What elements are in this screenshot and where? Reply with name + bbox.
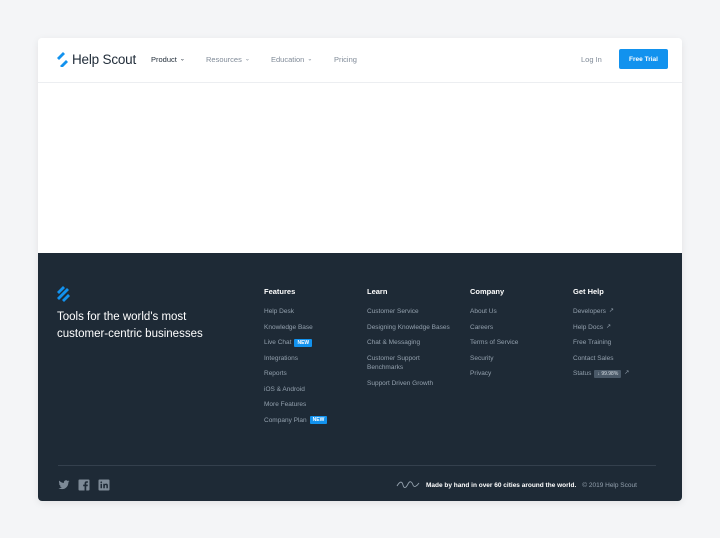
top-navigation: Help Scout Product ⌄ Resources ⌄ Educati… bbox=[38, 38, 682, 83]
external-link-icon: ↗ bbox=[624, 370, 630, 376]
external-link-icon: ↗ bbox=[605, 323, 612, 330]
column-title: Features bbox=[264, 287, 296, 296]
footer-link-support-driven-growth[interactable]: Support Driven Growth bbox=[367, 379, 457, 389]
link-label: Reports bbox=[264, 370, 287, 377]
brand-name: Help Scout bbox=[72, 51, 137, 67]
external-link-icon: ↗ bbox=[608, 308, 614, 314]
new-badge: NEW bbox=[294, 338, 313, 347]
nav-pricing[interactable]: Pricing bbox=[334, 55, 357, 64]
link-label: iOS & Android bbox=[264, 385, 305, 393]
column-title: Learn bbox=[367, 287, 388, 296]
chevron-down-icon: ⌄ bbox=[307, 56, 313, 62]
nav-product[interactable]: Product ⌄ bbox=[151, 55, 185, 64]
new-badge: NEW bbox=[309, 416, 328, 425]
link-label: Contact Sales bbox=[573, 354, 614, 362]
footer-link-more-features[interactable]: More Features bbox=[264, 400, 359, 410]
footer-link-help-desk[interactable]: Help Desk bbox=[264, 307, 359, 317]
link-label: Customer Support Benchmarks bbox=[367, 354, 420, 372]
footer-link-ios-android[interactable]: iOS & Android bbox=[264, 385, 359, 395]
link-label: Live Chat bbox=[264, 339, 292, 346]
link-label: Company Plan bbox=[264, 416, 307, 424]
link-label: More Features bbox=[264, 401, 307, 408]
footer-link-careers[interactable]: Careers bbox=[470, 323, 565, 333]
footer-link-status[interactable]: Status ↓ 99.98% ↗ bbox=[573, 369, 668, 379]
nav-education[interactable]: Education ⌄ bbox=[271, 55, 312, 64]
footer-link-free-training[interactable]: Free Training bbox=[573, 338, 668, 348]
footer-link-customer-service[interactable]: Customer Service bbox=[367, 307, 457, 317]
footer-link-developers[interactable]: Developers ↗ bbox=[573, 307, 668, 317]
link-label: Developers bbox=[573, 308, 606, 315]
link-label: Careers bbox=[470, 323, 494, 331]
footer-link-integrations[interactable]: Integrations bbox=[264, 354, 359, 364]
footer-link-security[interactable]: Security bbox=[470, 354, 565, 364]
footer-link-contact-sales[interactable]: Contact Sales bbox=[573, 354, 668, 364]
footer-column-company: Company About Us Careers Terms of Servic… bbox=[470, 287, 565, 385]
link-label: Help Docs bbox=[573, 323, 603, 331]
status-badge: ↓ 99.98% bbox=[594, 369, 622, 378]
copyright: © 2019 Help Scout bbox=[582, 481, 637, 489]
link-label: Terms of Service bbox=[470, 339, 519, 346]
footer-link-terms[interactable]: Terms of Service bbox=[470, 338, 565, 348]
link-label: Support Driven Growth bbox=[367, 379, 434, 387]
link-label: Privacy bbox=[470, 370, 492, 377]
column-title: Get Help bbox=[573, 287, 604, 296]
facebook-icon[interactable] bbox=[78, 478, 90, 491]
footer-tagline: Tools for the world's most customer-cent… bbox=[57, 311, 203, 340]
help-scout-logo[interactable]: Help Scout bbox=[56, 51, 136, 67]
link-label: Status bbox=[573, 370, 592, 377]
column-title: Company bbox=[470, 287, 505, 296]
link-label: Knowledge Base bbox=[264, 323, 313, 331]
footer-link-privacy[interactable]: Privacy bbox=[470, 369, 565, 379]
footer-link-help-docs[interactable]: Help Docs ↗ bbox=[573, 323, 668, 333]
nav-product-label: Product bbox=[151, 55, 177, 64]
link-label: Free Training bbox=[573, 339, 612, 346]
site-footer: Tools for the world's most customer-cent… bbox=[38, 253, 682, 501]
footer-link-about-us[interactable]: About Us bbox=[470, 307, 565, 317]
help-scout-mark-icon[interactable] bbox=[57, 286, 70, 307]
footer-link-support-benchmarks[interactable]: Customer Support Benchmarks bbox=[367, 354, 457, 373]
link-label: Customer Service bbox=[367, 308, 419, 315]
page-card: Help Scout Product ⌄ Resources ⌄ Educati… bbox=[38, 38, 682, 501]
footer-link-reports[interactable]: Reports bbox=[264, 369, 359, 379]
link-label: Security bbox=[470, 354, 494, 362]
chevron-down-icon: ⌄ bbox=[179, 56, 185, 62]
footer-column-get-help: Get Help Developers ↗ Help Docs ↗ Free Tra… bbox=[573, 287, 668, 385]
footer-column-features: Features Help Desk Knowledge Base Live C… bbox=[264, 287, 359, 431]
twitter-icon[interactable] bbox=[58, 478, 70, 490]
help-scout-logo-icon bbox=[57, 52, 68, 67]
signature-icon bbox=[396, 479, 420, 491]
footer-link-live-chat[interactable]: Live Chat NEW bbox=[264, 338, 359, 348]
link-label: Help Desk bbox=[264, 308, 294, 315]
link-label: About Us bbox=[470, 308, 497, 315]
nav-resources-label: Resources bbox=[206, 55, 242, 64]
made-by-hand-credit: Made by hand in over 60 cities around th… bbox=[396, 479, 637, 491]
link-label: Integrations bbox=[264, 354, 298, 362]
made-by-message: Made by hand in over 60 cities around th… bbox=[426, 481, 577, 489]
footer-divider bbox=[58, 465, 656, 466]
social-links bbox=[58, 478, 110, 491]
linkedin-icon[interactable] bbox=[98, 478, 110, 491]
free-trial-button[interactable]: Free Trial bbox=[619, 49, 668, 69]
nav-education-label: Education bbox=[271, 55, 305, 64]
footer-link-chat-messaging[interactable]: Chat & Messaging bbox=[367, 338, 457, 348]
chevron-down-icon: ⌄ bbox=[244, 56, 250, 62]
link-label: Designing Knowledge Bases bbox=[367, 323, 450, 331]
nav-resources[interactable]: Resources ⌄ bbox=[206, 55, 250, 64]
footer-column-learn: Learn Customer Service Designing Knowled… bbox=[367, 287, 457, 394]
footer-link-knowledge-base[interactable]: Knowledge Base bbox=[264, 323, 359, 333]
nav-pricing-label: Pricing bbox=[334, 55, 357, 64]
login-link[interactable]: Log In bbox=[581, 55, 602, 64]
footer-link-company-plan[interactable]: Company Plan NEW bbox=[264, 416, 359, 426]
footer-link-designing-knowledge-bases[interactable]: Designing Knowledge Bases bbox=[367, 323, 457, 333]
link-label: Chat & Messaging bbox=[367, 339, 421, 346]
